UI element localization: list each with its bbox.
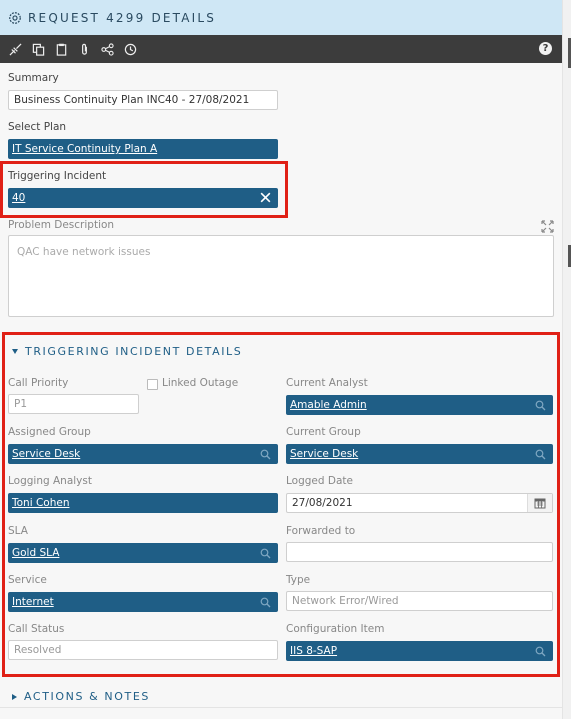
sla-label: SLA [8, 525, 28, 537]
call-priority-label: Call Priority [8, 377, 69, 389]
service-lookup[interactable]: Internet [8, 592, 278, 612]
service-value[interactable]: Internet [12, 596, 54, 608]
incident-details-title: TRIGGERING INCIDENT DETAILS [25, 345, 243, 358]
linked-outage-label: Linked Outage [162, 377, 239, 389]
assigned-group-value[interactable]: Service Desk [12, 448, 80, 460]
assigned-group-lookup[interactable]: Service Desk [8, 444, 278, 464]
incident-details-header[interactable]: TRIGGERING INCIDENT DETAILS [12, 345, 242, 358]
select-plan-lookup[interactable]: IT Service Continuity Plan A [8, 139, 278, 159]
sla-value[interactable]: Gold SLA [12, 547, 59, 559]
calendar-button[interactable] [527, 494, 552, 512]
paperclip-icon[interactable] [77, 42, 91, 56]
call-status-field[interactable]: Resolved [8, 640, 278, 660]
current-analyst-value[interactable]: Amable Admin [290, 399, 367, 411]
triggering-incident-value[interactable]: 40 [12, 192, 25, 204]
divider [0, 707, 562, 708]
assigned-group-label: Assigned Group [8, 426, 91, 438]
triggering-incident-lookup[interactable]: 40 [8, 188, 278, 208]
current-group-lookup[interactable]: Service Desk [286, 444, 553, 464]
scrollbar[interactable] [562, 0, 571, 719]
current-analyst-lookup[interactable]: Amable Admin [286, 395, 553, 415]
share-icon[interactable] [100, 42, 114, 56]
select-plan-label: Select Plan [8, 121, 67, 133]
search-icon[interactable] [260, 548, 271, 559]
linked-outage-checkbox[interactable] [147, 379, 158, 390]
problem-description-textarea[interactable]: QAC have network issues [8, 235, 554, 317]
clock-icon[interactable] [123, 42, 137, 56]
actions-notes-header[interactable]: ACTIONS & NOTES [12, 690, 150, 703]
current-group-label: Current Group [286, 426, 361, 438]
page-title: REQUEST 4299 DETAILS [28, 10, 217, 25]
configuration-item-value[interactable]: IIS 8-SAP [290, 645, 337, 657]
call-status-label: Call Status [8, 623, 65, 635]
configuration-item-lookup[interactable]: IIS 8-SAP [286, 641, 553, 661]
current-analyst-label: Current Analyst [286, 377, 368, 389]
copy-icon[interactable] [31, 42, 45, 56]
logging-analyst-value[interactable]: Toni Cohen [12, 497, 70, 509]
expand-caret-icon[interactable] [12, 693, 17, 700]
search-icon[interactable] [535, 400, 546, 411]
type-label: Type [286, 574, 311, 586]
actions-notes-title: ACTIONS & NOTES [24, 690, 150, 703]
forwarded-to-label: Forwarded to [286, 525, 356, 537]
problem-description-label: Problem Description [8, 219, 115, 231]
clipboard-icon[interactable] [54, 42, 68, 56]
gear-icon[interactable] [8, 11, 22, 25]
call-priority-field: P1 [8, 394, 139, 414]
search-icon[interactable] [535, 449, 546, 460]
sla-lookup[interactable]: Gold SLA [8, 543, 278, 563]
service-label: Service [8, 574, 47, 586]
logging-analyst-lookup[interactable]: Toni Cohen [8, 493, 278, 513]
logged-date-value[interactable]: 27/08/2021 [292, 497, 353, 509]
current-group-value[interactable]: Service Desk [290, 448, 358, 460]
calendar-icon[interactable] [534, 497, 546, 509]
search-icon[interactable] [260, 449, 271, 460]
select-plan-value[interactable]: IT Service Continuity Plan A [12, 143, 157, 155]
type-field[interactable]: Network Error/Wired [286, 591, 553, 611]
toolbar: ? [0, 35, 562, 63]
collapse-caret-icon[interactable] [12, 349, 18, 354]
search-icon[interactable] [260, 597, 271, 608]
title-bar: REQUEST 4299 DETAILS [0, 0, 562, 35]
help-icon[interactable]: ? [539, 42, 552, 55]
logged-date-field[interactable]: 27/08/2021 [286, 493, 553, 513]
summary-input[interactable]: Business Continuity Plan INC40 - 27/08/2… [8, 90, 278, 110]
configuration-item-label: Configuration Item [286, 623, 385, 635]
expand-icon[interactable] [541, 220, 554, 233]
forwarded-to-field[interactable] [286, 542, 553, 562]
triggering-incident-label: Triggering Incident [8, 170, 107, 182]
clear-icon[interactable] [259, 191, 272, 204]
logged-date-label: Logged Date [286, 475, 353, 487]
merge-icon[interactable] [8, 42, 22, 56]
summary-label: Summary [8, 72, 59, 84]
search-icon[interactable] [535, 646, 546, 657]
logging-analyst-label: Logging Analyst [8, 475, 92, 487]
